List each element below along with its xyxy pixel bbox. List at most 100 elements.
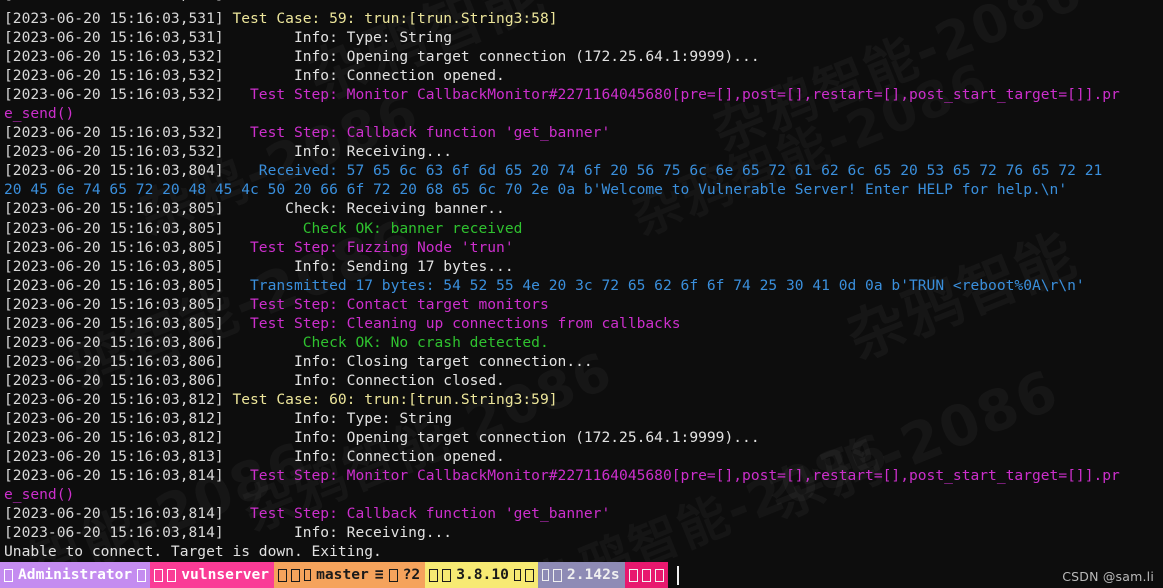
terminal-text: Test Step: Cleaning up connections from …	[223, 314, 681, 332]
terminal-line: [2023-06-20 15:16:03,532] Test Step: Cal…	[4, 123, 1159, 142]
terminal-text: [2023-06-20 15:16:03,812]	[4, 429, 224, 447]
folder-icon	[304, 569, 312, 581]
terminal-text: [2023-06-20 15:16:03,814]	[4, 524, 224, 542]
terminal-line: [2023-06-20 15:16:03,814] Test Step: Cal…	[4, 504, 1159, 523]
segment-separator-icon	[137, 568, 147, 582]
terminal-text: Info: Receiving...	[223, 143, 453, 161]
exit-status-icon	[641, 568, 651, 582]
terminal-text: e_send()	[4, 105, 75, 123]
terminal-text: Info: Connection opened.	[223, 67, 505, 85]
terminal-line: 20 45 6e 74 65 72 20 48 45 4c 50 20 66 6…	[4, 180, 1159, 199]
powerline-arrow-icon	[278, 568, 288, 582]
terminal-text: Test Step: Callback function 'get_banner…	[223, 505, 611, 523]
terminal-text: Check OK: banner received	[223, 219, 523, 237]
status-git-status: ?2	[402, 566, 421, 583]
terminal-text: Test Step: Contact target monitors	[223, 295, 549, 313]
terminal-cursor	[676, 565, 679, 585]
terminal-text: Test Step: Monitor CallbackMonitor#22711…	[223, 86, 1120, 104]
terminal-text: Test Step: Callback function 'get_banner…	[223, 124, 611, 142]
status-duration-label: 2.142s	[566, 566, 620, 583]
terminal-text: Info: Opening target connection (172.25.…	[223, 48, 760, 66]
terminal-text: Received: 57 65 6c 63 6f 6d 65 20 74 6f …	[223, 162, 1103, 180]
status-host-label: vulnserver	[181, 566, 270, 583]
terminal-text: [2023-06-20 15:16:03,812]	[4, 390, 224, 408]
terminal-text: 20 45 6e 74 65 72 20 48 45 4c 50 20 66 6…	[4, 181, 1068, 199]
terminal-text: e_send()	[4, 486, 75, 504]
powerline-status-bar: Administrator vulnserver master ≡ ?2 3.8…	[0, 562, 1163, 588]
status-python-version: 3.8.10	[456, 566, 509, 583]
terminal-line: [2023-06-20 15:16:03,805] Test Step: Con…	[4, 295, 1159, 314]
terminal-text: Check: Receiving banner..	[223, 200, 505, 218]
terminal-text: Info: Connection closed.	[223, 371, 505, 389]
status-segment-tail	[624, 562, 668, 588]
terminal-line: [2023-06-20 15:16:03,814] Test Step: Mon…	[4, 466, 1159, 485]
computer-icon	[167, 568, 177, 582]
status-segment-host: vulnserver	[150, 562, 275, 588]
terminal-text: Info: Sending 17 bytes...	[223, 257, 514, 275]
terminal-text: Info: Connection opened.	[223, 448, 505, 466]
terminal-line: [2023-06-20 15:16:03,806] Info: Closing …	[4, 352, 1159, 371]
terminal-line: Unable to connect. Target is down. Exiti…	[4, 542, 1159, 561]
terminal-text: [2023-06-20 15:16:03,532]	[4, 48, 224, 66]
terminal-text: [2023-06-20 15:16:03,523]	[4, 0, 224, 3]
terminal-text: [2023-06-20 15:16:03,805]	[4, 276, 224, 294]
terminal-output[interactable]: [2023-06-20 15:16:03,523] Info: Connecti…	[0, 0, 1163, 562]
terminal-text: [2023-06-20 15:16:03,805]	[4, 295, 224, 313]
terminal-line: [2023-06-20 15:16:03,812] Info: Type: St…	[4, 409, 1159, 428]
terminal-text: Info: Connection closed.	[224, 0, 505, 3]
terminal-line: [2023-06-20 15:16:03,806] Check OK: No c…	[4, 333, 1159, 352]
terminal-text: [2023-06-20 15:16:03,806]	[4, 352, 224, 370]
terminal-text: [2023-06-20 15:16:03,805]	[4, 257, 224, 275]
git-dirty-icon	[388, 568, 398, 582]
terminal-text: Test Case: 59: trun:[trun.String3:58]	[223, 10, 558, 27]
status-segment-git: master ≡ ?2	[274, 562, 426, 588]
git-branch-icon	[291, 568, 301, 582]
terminal-line: [2023-06-20 15:16:03,805] Info: Sending …	[4, 257, 1159, 276]
terminal-line: [2023-06-20 15:16:03,806] Info: Connecti…	[4, 371, 1159, 390]
terminal-text: Info: Type: String	[223, 409, 453, 427]
terminal-line: e_send()	[4, 485, 1159, 504]
powerline-arrow-icon	[628, 568, 638, 582]
terminal-text: [2023-06-20 15:16:03,812]	[4, 409, 224, 427]
status-segment-duration: 2.142s	[537, 562, 625, 588]
powerline-arrow-icon	[541, 569, 549, 581]
venv-icon	[513, 569, 521, 581]
terminal-text: Check OK: No crash detected.	[223, 333, 549, 351]
terminal-line: [2023-06-20 15:16:03,532] Info: Opening …	[4, 47, 1159, 66]
terminal-line: [2023-06-20 15:16:03,805] Test Step: Cle…	[4, 314, 1159, 333]
terminal-text: [2023-06-20 15:16:03,805]	[4, 238, 224, 256]
terminal-line: [2023-06-20 15:16:03,532] Info: Receivin…	[4, 142, 1159, 161]
csdn-watermark: CSDN @sam.li	[1062, 569, 1154, 584]
terminal-text: [2023-06-20 15:16:03,532]	[4, 67, 224, 85]
python-icon	[442, 568, 452, 582]
terminal-text: [2023-06-20 15:16:03,532]	[4, 86, 224, 104]
terminal-text: [2023-06-20 15:16:03,805]	[4, 314, 224, 332]
powerline-arrow-icon	[429, 568, 439, 582]
terminal-line: [2023-06-20 15:16:03,804] Received: 57 6…	[4, 161, 1159, 180]
terminal-text: [2023-06-20 15:16:03,813]	[4, 448, 224, 466]
terminal-text: [2023-06-20 15:16:03,814]	[4, 505, 224, 523]
user-icon	[4, 568, 13, 582]
terminal-text: Info: Closing target connection...	[223, 352, 593, 370]
terminal-text: [2023-06-20 15:16:03,531]	[4, 29, 224, 47]
terminal-text: [2023-06-20 15:16:03,531]	[4, 10, 224, 27]
terminal-text: Unable to connect. Target is down. Exiti…	[4, 543, 382, 561]
terminal-line: [2023-06-20 15:16:03,523] Info: Connecti…	[4, 0, 1159, 9]
terminal-line: [2023-06-20 15:16:03,814] Info: Receivin…	[4, 523, 1159, 542]
stopwatch-icon	[552, 568, 562, 582]
terminal-text: [2023-06-20 15:16:03,532]	[4, 143, 224, 161]
status-git-branch: master	[316, 566, 369, 583]
terminal-text: Info: Receiving...	[223, 524, 453, 542]
status-git-symbol: ≡	[374, 566, 384, 583]
terminal-line: [2023-06-20 15:16:03,531] Test Case: 59:…	[4, 9, 1159, 28]
terminal-text: Test Step: Monitor CallbackMonitor#22711…	[223, 467, 1120, 485]
terminal-line: [2023-06-20 15:16:03,532] Info: Connecti…	[4, 66, 1159, 85]
terminal-line: [2023-06-20 15:16:03,812] Test Case: 60:…	[4, 390, 1159, 409]
status-segment-python: 3.8.10	[425, 562, 538, 588]
terminal-text: Test Case: 60: trun:[trun.String3:59]	[223, 390, 558, 408]
terminal-line: [2023-06-20 15:16:03,805] Test Step: Fuz…	[4, 238, 1159, 257]
segment-separator-icon	[524, 568, 534, 582]
terminal-text: Test Step: Fuzzing Node 'trun'	[223, 238, 514, 256]
terminal-text: [2023-06-20 15:16:03,532]	[4, 124, 224, 142]
terminal-line: [2023-06-20 15:16:03,812] Info: Opening …	[4, 428, 1159, 447]
